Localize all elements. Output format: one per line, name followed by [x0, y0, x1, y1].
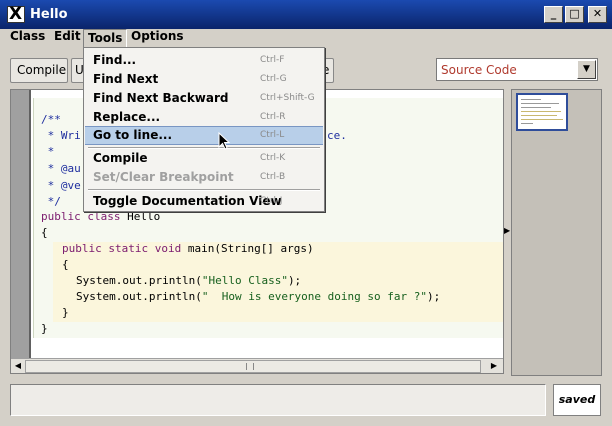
- thumb-line: [521, 115, 557, 116]
- menu-edit[interactable]: Edit: [50, 29, 85, 48]
- menu-item-label: Find Next: [93, 72, 159, 86]
- gutter-stripe: [29, 90, 31, 358]
- menu-item-label: Go to line...: [93, 128, 173, 142]
- string-literal: "Hello Class": [201, 274, 288, 287]
- thumb-line: [521, 99, 541, 100]
- scroll-grip: [246, 363, 254, 370]
- code-line: /**: [41, 113, 61, 126]
- menu-item-find-next[interactable]: Find Next Ctrl-G: [85, 70, 323, 89]
- menu-item-shortcut: Ctrl-B: [260, 172, 286, 182]
- page-thumbnail[interactable]: [516, 93, 568, 131]
- menu-item-find-next-backward[interactable]: Find Next Backward Ctrl+Shift-G: [85, 89, 323, 108]
- menu-item-shortcut: Ctrl-L: [260, 130, 285, 140]
- chevron-down-icon[interactable]: ▼: [577, 60, 596, 79]
- editor-gutter[interactable]: [11, 90, 31, 358]
- navigation-thumbnail-panel[interactable]: [511, 89, 602, 376]
- menu-class[interactable]: Class: [6, 29, 49, 48]
- menu-item-label: Set/Clear Breakpoint: [93, 170, 234, 184]
- menu-item-label: Toggle Documentation View: [93, 194, 282, 208]
- menu-item-label: Find...: [93, 53, 137, 67]
- scroll-left-icon[interactable]: ◀: [11, 360, 25, 373]
- view-select-value: Source Code: [441, 63, 517, 77]
- code-line: * @au: [41, 162, 81, 175]
- code-text: main(String[] args): [181, 242, 314, 255]
- status-message-field: [10, 384, 546, 416]
- menu-item-shortcut: Ctrl-G: [260, 74, 287, 84]
- saved-status-badge: saved: [553, 384, 601, 416]
- horizontal-scrollbar[interactable]: ◀ ▶: [11, 358, 503, 373]
- string-literal: " How is everyone doing so far ?": [201, 290, 428, 303]
- menu-item-shortcut: Ctrl-K: [260, 153, 286, 163]
- code-line: {: [41, 226, 48, 239]
- code-line: * @ve: [41, 179, 81, 192]
- view-select[interactable]: Source Code ▼: [436, 58, 598, 81]
- menu-bar: Class Edit Tools Options: [0, 29, 612, 48]
- menu-item-shortcut: Ctrl-F: [260, 55, 285, 65]
- scroll-right-icon[interactable]: ▶: [487, 360, 501, 373]
- menu-item-find[interactable]: Find... Ctrl-F: [85, 51, 323, 70]
- compile-button[interactable]: Compile: [10, 58, 68, 83]
- menu-options[interactable]: Options: [127, 29, 188, 48]
- code-line: System.out.println(" How is everyone doi…: [76, 289, 440, 305]
- menu-item-shortcut: Ctrl-J: [260, 196, 283, 206]
- menu-item-replace[interactable]: Replace... Ctrl-R: [85, 108, 323, 127]
- code-line: {: [62, 258, 69, 271]
- code-text: );: [287, 274, 302, 287]
- menu-item-set-clear-breakpoint: Set/Clear Breakpoint Ctrl-B: [85, 168, 323, 187]
- code-line: *: [41, 145, 55, 158]
- minimize-button[interactable]: _: [544, 6, 563, 23]
- title-bar[interactable]: X Hello _ □ ✕: [0, 0, 612, 29]
- menu-item-go-to-line[interactable]: Go to line... Ctrl-L: [85, 126, 323, 145]
- thumb-line: [521, 119, 563, 120]
- window-title: Hello: [30, 7, 68, 22]
- splitter-arrow-icon[interactable]: ▶: [504, 226, 510, 235]
- close-button[interactable]: ✕: [588, 6, 607, 23]
- thumb-line: [521, 107, 551, 108]
- code-line: ce.: [327, 129, 347, 142]
- code-line: */: [41, 195, 61, 208]
- menu-item-label: Compile: [93, 151, 148, 165]
- menu-tools[interactable]: Tools: [83, 29, 128, 48]
- code-line: * Wri: [41, 129, 81, 142]
- menu-item-label: Replace...: [93, 110, 161, 124]
- menu-separator: [88, 189, 320, 191]
- menu-item-shortcut: Ctrl-R: [260, 112, 286, 122]
- thumb-line: [521, 103, 559, 104]
- maximize-button[interactable]: □: [565, 6, 584, 23]
- code-line: }: [62, 306, 69, 319]
- menu-item-label: Find Next Backward: [93, 91, 229, 105]
- code-text: System.out.println(: [76, 274, 202, 287]
- menu-item-shortcut: Ctrl+Shift-G: [260, 93, 315, 103]
- scrollbar-thumb[interactable]: [25, 360, 481, 373]
- mouse-pointer-icon: [218, 132, 230, 150]
- menu-item-toggle-documentation-view[interactable]: Toggle Documentation View Ctrl-J: [85, 192, 323, 211]
- code-line: public static void main(String[] args): [62, 241, 314, 257]
- code-line: }: [41, 322, 48, 335]
- menu-item-compile[interactable]: Compile Ctrl-K: [85, 149, 323, 168]
- code-text: );: [427, 290, 441, 303]
- java-x-icon: X: [7, 4, 25, 24]
- code-text: System.out.println(: [76, 290, 202, 303]
- keyword: public static void: [62, 242, 182, 255]
- thumb-line: [521, 111, 561, 112]
- code-line: System.out.println("Hello Class");: [76, 273, 301, 289]
- tools-menu-dropdown: Find... Ctrl-F Find Next Ctrl-G Find Nex…: [83, 47, 325, 212]
- thumb-line: [521, 123, 533, 124]
